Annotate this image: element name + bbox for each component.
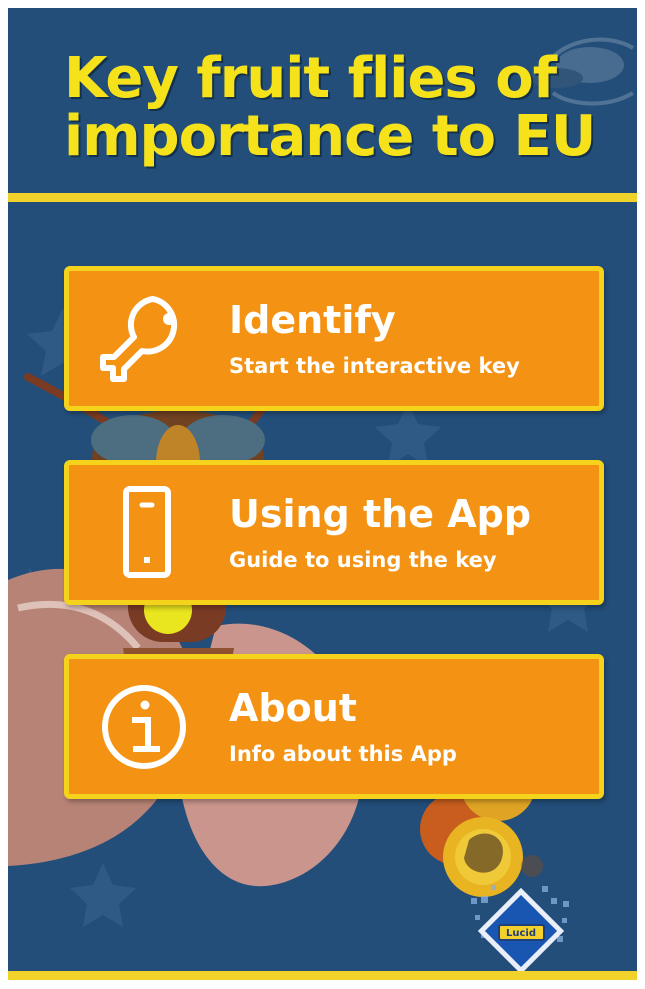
about-title: About	[229, 686, 357, 730]
info-icon	[102, 685, 186, 769]
about-button[interactable]: About Info about this App	[64, 654, 604, 799]
app-home-screen: Key fruit flies of importance to EU Iden…	[8, 8, 637, 980]
fruit-fly-illustration	[8, 373, 543, 897]
about-subtitle: Info about this App	[229, 742, 457, 766]
using-the-app-button[interactable]: Using the App Guide to using the key	[64, 460, 604, 605]
app-title-line-1: Key fruit flies of	[64, 46, 557, 111]
lucid-logo-text: Lucid	[506, 928, 536, 939]
header-divider	[8, 193, 637, 202]
key-icon	[100, 296, 178, 382]
identify-title: Identify	[229, 298, 396, 342]
identify-subtitle: Start the interactive key	[229, 354, 520, 378]
lucid-logo: Lucid	[471, 885, 569, 975]
using-the-app-subtitle: Guide to using the key	[229, 548, 497, 572]
using-the-app-title: Using the App	[229, 492, 532, 536]
identify-button[interactable]: Identify Start the interactive key	[64, 266, 604, 411]
app-title: Key fruit flies of importance to EU	[64, 50, 624, 166]
app-title-line-2: importance to EU	[64, 104, 596, 169]
footer-divider	[8, 971, 637, 980]
tablet-icon	[123, 486, 171, 578]
